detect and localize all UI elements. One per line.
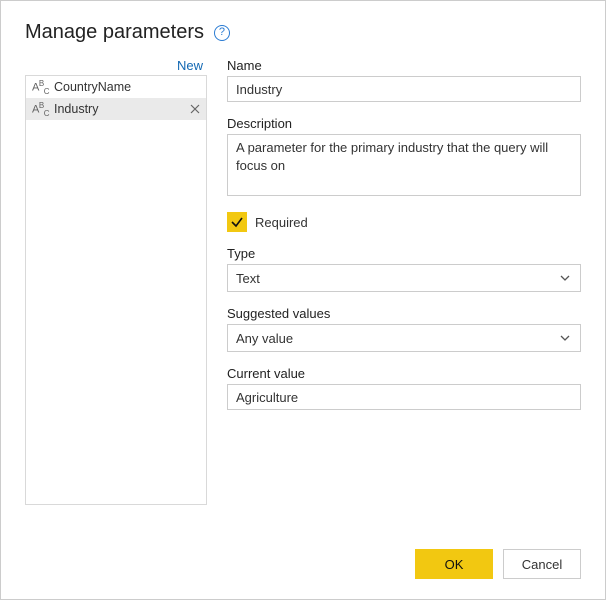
new-parameter-link[interactable]: New [177,58,203,73]
parameter-form: Name Description Required Type Text Sugg… [227,58,581,505]
text-type-icon: ABC [32,79,50,96]
text-type-icon: ABC [32,101,50,118]
description-input[interactable] [227,134,581,196]
delete-parameter-icon[interactable] [188,102,202,116]
parameter-row-industry[interactable]: ABC Industry [26,98,206,120]
parameter-row-countryname[interactable]: ABC CountryName [26,76,206,98]
type-select[interactable]: Text [227,264,581,292]
suggested-value: Any value [236,331,293,346]
help-icon[interactable]: ? [214,25,230,41]
dialog-footer: OK Cancel [415,549,581,579]
type-label: Type [227,246,581,261]
parameter-label: CountryName [54,80,202,94]
description-label: Description [227,116,581,131]
name-input[interactable] [227,76,581,102]
dialog-title-row: Manage parameters ? [25,21,581,44]
parameter-list: ABC CountryName ABC Industry [25,75,207,505]
ok-button[interactable]: OK [415,549,493,579]
parameter-sidebar: New ABC CountryName ABC Industry [25,58,207,505]
dialog-title: Manage parameters [25,21,204,44]
dialog-body: New ABC CountryName ABC Industry Name [25,58,581,505]
parameter-label: Industry [54,102,188,116]
suggested-label: Suggested values [227,306,581,321]
cancel-button[interactable]: Cancel [503,549,581,579]
current-value-input[interactable] [227,384,581,410]
suggested-values-select[interactable]: Any value [227,324,581,352]
type-value: Text [236,271,260,286]
required-row: Required [227,212,581,232]
chevron-down-icon [558,271,572,285]
required-label: Required [255,215,308,230]
manage-parameters-dialog: Manage parameters ? New ABC CountryName … [0,0,606,600]
required-checkbox[interactable] [227,212,247,232]
chevron-down-icon [558,331,572,345]
current-value-label: Current value [227,366,581,381]
name-label: Name [227,58,581,73]
sidebar-top: New [25,58,207,73]
